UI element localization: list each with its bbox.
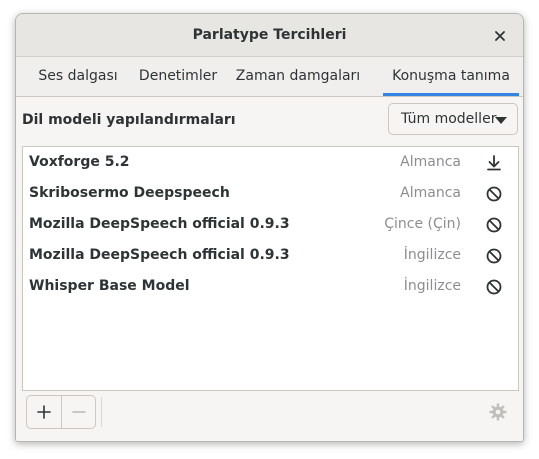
preferences-window: Parlatype Tercihleri Ses dalgası Denetim… xyxy=(15,13,524,442)
toolbar-divider xyxy=(101,397,102,427)
list-item[interactable]: Skribosermo Deepspeech Almanca xyxy=(23,179,518,210)
settings-button[interactable] xyxy=(487,401,509,423)
model-name: Voxforge 5.2 xyxy=(29,154,130,170)
dropdown-arrow-icon xyxy=(495,117,507,124)
model-language: Almanca xyxy=(400,154,461,170)
model-name: Whisper Base Model xyxy=(29,278,190,294)
list-item[interactable]: Voxforge 5.2 Almanca xyxy=(23,148,518,179)
plus-icon xyxy=(37,405,51,419)
minus-icon xyxy=(72,411,86,413)
add-button[interactable] xyxy=(27,396,61,428)
list-item[interactable]: Mozilla DeepSpeech official 0.9.3 İngili… xyxy=(23,241,518,272)
tab-controls[interactable]: Denetimler xyxy=(134,57,222,96)
close-icon xyxy=(495,31,505,41)
unavailable-indicator xyxy=(484,246,504,266)
unavailable-icon xyxy=(486,248,502,264)
model-filter-value: Tüm modeller xyxy=(401,111,497,127)
model-language: İngilizce xyxy=(403,278,461,294)
tab-waveform[interactable]: Ses dalgası xyxy=(22,57,134,96)
tab-timestamps[interactable]: Zaman damgaları xyxy=(232,57,364,96)
window-title: Parlatype Tercihleri xyxy=(192,27,347,43)
tab-speech-recognition[interactable]: Konuşma tanıma xyxy=(383,57,519,96)
title-bar[interactable]: Parlatype Tercihleri xyxy=(16,14,523,57)
model-name: Mozilla DeepSpeech official 0.9.3 xyxy=(29,216,290,232)
list-item[interactable]: Mozilla DeepSpeech official 0.9.3 Çince … xyxy=(23,210,518,241)
unavailable-icon xyxy=(486,217,502,233)
model-language: Çince (Çin) xyxy=(384,216,461,232)
add-remove-group xyxy=(26,395,96,429)
unavailable-indicator xyxy=(484,215,504,235)
download-icon xyxy=(487,155,501,171)
model-name: Mozilla DeepSpeech official 0.9.3 xyxy=(29,247,290,263)
download-button[interactable] xyxy=(484,153,504,173)
section-label: Dil modeli yapılandırmaları xyxy=(22,112,236,128)
list-toolbar xyxy=(22,395,519,435)
gear-icon xyxy=(489,403,507,421)
unavailable-indicator xyxy=(484,277,504,297)
unavailable-indicator xyxy=(484,184,504,204)
unavailable-icon xyxy=(486,279,502,295)
tab-bar: Ses dalgası Denetimler Zaman damgaları K… xyxy=(16,57,523,97)
model-language: Almanca xyxy=(400,185,461,201)
list-item[interactable]: Whisper Base Model İngilizce xyxy=(23,272,518,303)
model-list: Voxforge 5.2 Almanca Skribosermo Deepspe… xyxy=(22,146,519,391)
close-button[interactable] xyxy=(490,26,510,46)
speech-recognition-page: Dil modeli yapılandırmaları Tüm modeller… xyxy=(16,97,523,441)
model-language: İngilizce xyxy=(403,247,461,263)
model-filter-dropdown[interactable]: Tüm modeller xyxy=(388,103,518,135)
remove-button[interactable] xyxy=(62,396,96,428)
model-name: Skribosermo Deepspeech xyxy=(29,185,230,201)
unavailable-icon xyxy=(486,186,502,202)
